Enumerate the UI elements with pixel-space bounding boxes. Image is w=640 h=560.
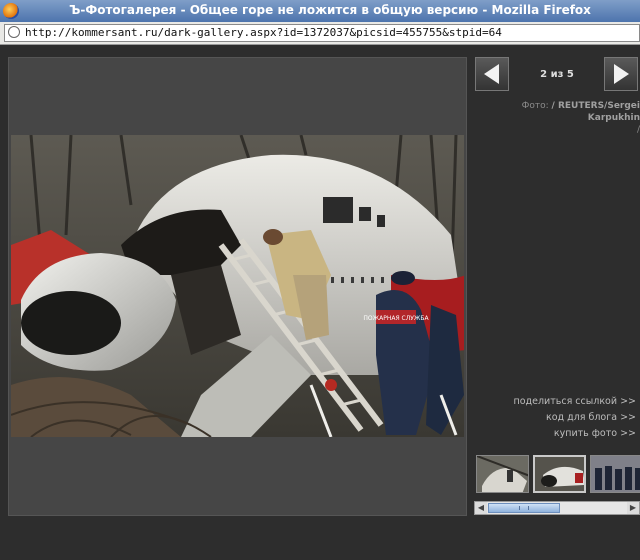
photo-viewer: ПОЖАРНАЯ СЛУЖБА bbox=[8, 57, 467, 516]
globe-icon bbox=[8, 26, 20, 38]
photo-counter: 2 из 5 bbox=[540, 69, 574, 80]
firefox-icon bbox=[3, 3, 19, 19]
thumbnail-item[interactable] bbox=[590, 455, 640, 493]
window-title: Ъ-Фотогалерея - Общее горе не ложится в … bbox=[69, 3, 591, 17]
photo-credit: Фото: / REUTERS/Sergei Karpukhin / bbox=[476, 100, 640, 136]
firefighter-badge-text: ПОЖАРНАЯ СЛУЖБА bbox=[363, 315, 429, 322]
gallery-page: ПОЖАРНАЯ СЛУЖБА 2 из 5 Фото: / REUTERS/S… bbox=[0, 45, 640, 560]
thumbnail-image bbox=[535, 457, 584, 491]
thumbnail-scrollbar[interactable]: ◀ ▶ bbox=[474, 501, 640, 515]
address-bar: http://kommersant.ru/dark-gallery.aspx?i… bbox=[0, 22, 640, 45]
credit-author: / REUTERS/Sergei Karpukhin bbox=[551, 101, 640, 123]
share-link[interactable]: поделиться ссылкой >> bbox=[476, 394, 636, 410]
url-text: http://kommersant.ru/dark-gallery.aspx?i… bbox=[25, 26, 502, 39]
scroll-left-icon[interactable]: ◀ bbox=[475, 502, 487, 514]
main-photo[interactable]: ПОЖАРНАЯ СЛУЖБА bbox=[11, 135, 464, 437]
buy-photo-link[interactable]: купить фото >> bbox=[476, 426, 636, 442]
arrow-right-icon bbox=[614, 64, 629, 84]
main-photo-image: ПОЖАРНАЯ СЛУЖБА bbox=[11, 135, 464, 437]
scrollbar-grip-icon bbox=[519, 506, 529, 510]
url-field[interactable]: http://kommersant.ru/dark-gallery.aspx?i… bbox=[4, 24, 640, 42]
thumbnail-image bbox=[477, 456, 528, 492]
thumbnail-item-active[interactable] bbox=[533, 455, 586, 493]
scroll-right-icon[interactable]: ▶ bbox=[627, 502, 639, 514]
next-photo-button[interactable] bbox=[604, 57, 638, 91]
previous-photo-button[interactable] bbox=[475, 57, 509, 91]
thumbnail-image bbox=[591, 456, 640, 492]
scrollbar-thumb[interactable] bbox=[488, 503, 560, 513]
photo-actions: поделиться ссылкой >> код для блога >> к… bbox=[476, 394, 636, 442]
thumbnail-item[interactable] bbox=[476, 455, 529, 493]
thumbnail-strip bbox=[474, 453, 640, 497]
window-titlebar: Ъ-Фотогалерея - Общее горе не ложится в … bbox=[0, 0, 640, 22]
credit-prefix: Фото: bbox=[521, 101, 549, 111]
blog-code-link[interactable]: код для блога >> bbox=[476, 410, 636, 426]
arrow-left-icon bbox=[484, 64, 499, 84]
